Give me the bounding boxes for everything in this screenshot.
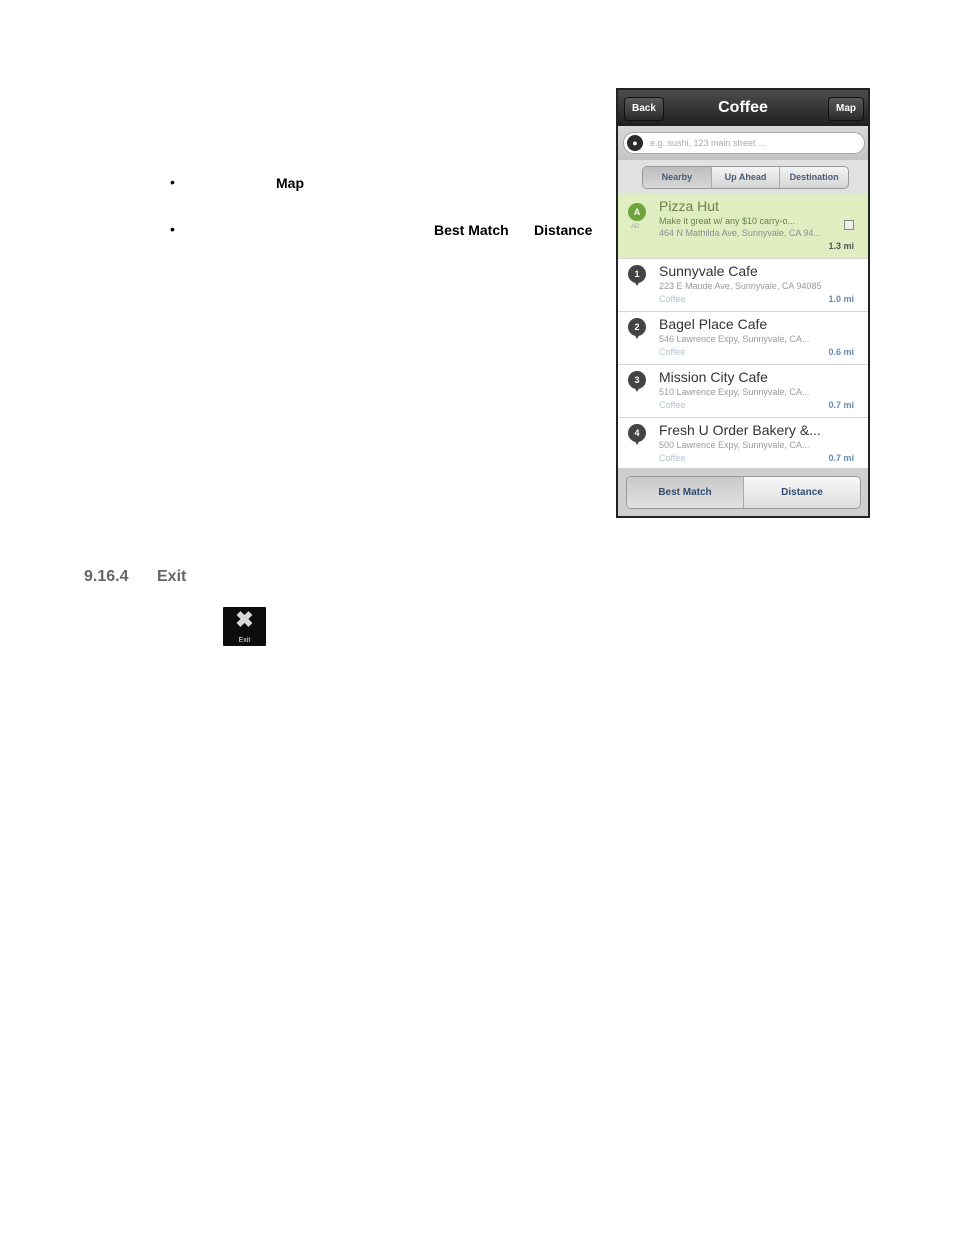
search-bar: ● e.g. sushi, 123 main street ... bbox=[618, 126, 868, 160]
result-category: Coffee bbox=[659, 453, 686, 463]
result-address: 464 N Mathilda Ave, Sunnyvale, CA 94... bbox=[659, 228, 821, 238]
result-name: Fresh U Order Bakery &... bbox=[659, 422, 821, 438]
result-category: Coffee bbox=[659, 400, 686, 410]
phone-screenshot: Coffee Back Map ● e.g. sushi, 123 main s… bbox=[616, 88, 870, 518]
result-distance: 1.0 mi bbox=[828, 294, 854, 304]
back-button[interactable]: Back bbox=[624, 97, 664, 121]
list-item[interactable]: 1 Sunnyvale Cafe 223 E Maude Ave, Sunnyv… bbox=[618, 259, 868, 312]
result-address: 510 Lawrence Expy, Sunnyvale, CA... bbox=[659, 387, 810, 397]
x-icon: ✖ bbox=[235, 607, 254, 632]
result-category: Coffee bbox=[659, 294, 686, 304]
best-match-term: Best Match bbox=[434, 222, 509, 238]
map-pin-icon: 2 bbox=[628, 318, 646, 339]
result-distance: 1.3 mi bbox=[828, 241, 854, 251]
section-title: Exit bbox=[157, 568, 187, 585]
ad-marker-icon: A bbox=[628, 203, 646, 221]
result-name: Mission City Cafe bbox=[659, 369, 768, 385]
result-distance: 0.7 mi bbox=[828, 400, 854, 410]
result-name: Bagel Place Cafe bbox=[659, 316, 768, 332]
result-name: Sunnyvale Cafe bbox=[659, 263, 758, 279]
section-number: 9.16.4 bbox=[84, 568, 129, 585]
result-address: 500 Lawrence Expy, Sunnyvale, CA... bbox=[659, 440, 810, 450]
sort-toggle: Best Match Distance bbox=[626, 476, 861, 509]
location-tabs: Nearby Up Ahead Destination bbox=[642, 166, 849, 189]
map-pin-icon: 1 bbox=[628, 265, 646, 286]
result-distance: 0.7 mi bbox=[828, 453, 854, 463]
map-pin-icon: 3 bbox=[628, 371, 646, 392]
map-button[interactable]: Map bbox=[828, 97, 864, 121]
result-address: 223 E Maude Ave, Sunnyvale, CA 94085 bbox=[659, 281, 822, 291]
search-input[interactable]: ● e.g. sushi, 123 main street ... bbox=[623, 132, 865, 154]
search-placeholder: e.g. sushi, 123 main street ... bbox=[650, 138, 766, 148]
map-term: Map bbox=[276, 175, 304, 191]
sort-best-match-button[interactable]: Best Match bbox=[627, 477, 744, 508]
sort-distance-button[interactable]: Distance bbox=[744, 477, 860, 508]
ad-tag: AD bbox=[631, 224, 640, 230]
checkbox-icon[interactable] bbox=[844, 220, 854, 230]
results-list: A AD Pizza Hut Make it great w/ any $10 … bbox=[618, 194, 868, 471]
mic-icon[interactable]: ● bbox=[627, 135, 643, 151]
result-address: 546 Lawrence Expy, Sunnyvale, CA... bbox=[659, 334, 810, 344]
sort-bar: Best Match Distance bbox=[618, 468, 868, 516]
list-item[interactable]: 4 Fresh U Order Bakery &... 500 Lawrence… bbox=[618, 418, 868, 471]
result-distance: 0.6 mi bbox=[828, 347, 854, 357]
exit-button[interactable]: ✖ Exit bbox=[223, 607, 266, 646]
nav-bar: Coffee Back Map bbox=[618, 90, 868, 126]
result-category: Coffee bbox=[659, 347, 686, 357]
tab-destination[interactable]: Destination bbox=[780, 167, 848, 188]
bullet-dot: • bbox=[170, 221, 175, 237]
distance-term: Distance bbox=[534, 222, 593, 238]
tab-nearby[interactable]: Nearby bbox=[643, 167, 712, 188]
tab-up-ahead[interactable]: Up Ahead bbox=[712, 167, 781, 188]
location-tabs-bar: Nearby Up Ahead Destination bbox=[618, 160, 868, 194]
result-promo: Make it great w/ any $10 carry-o... bbox=[659, 216, 796, 226]
list-item[interactable]: A AD Pizza Hut Make it great w/ any $10 … bbox=[618, 194, 868, 259]
map-pin-icon: 4 bbox=[628, 424, 646, 445]
result-name: Pizza Hut bbox=[659, 198, 719, 214]
list-item[interactable]: 2 Bagel Place Cafe 546 Lawrence Expy, Su… bbox=[618, 312, 868, 365]
exit-label: Exit bbox=[238, 637, 251, 644]
bullet-dot: • bbox=[170, 174, 175, 190]
list-item[interactable]: 3 Mission City Cafe 510 Lawrence Expy, S… bbox=[618, 365, 868, 418]
